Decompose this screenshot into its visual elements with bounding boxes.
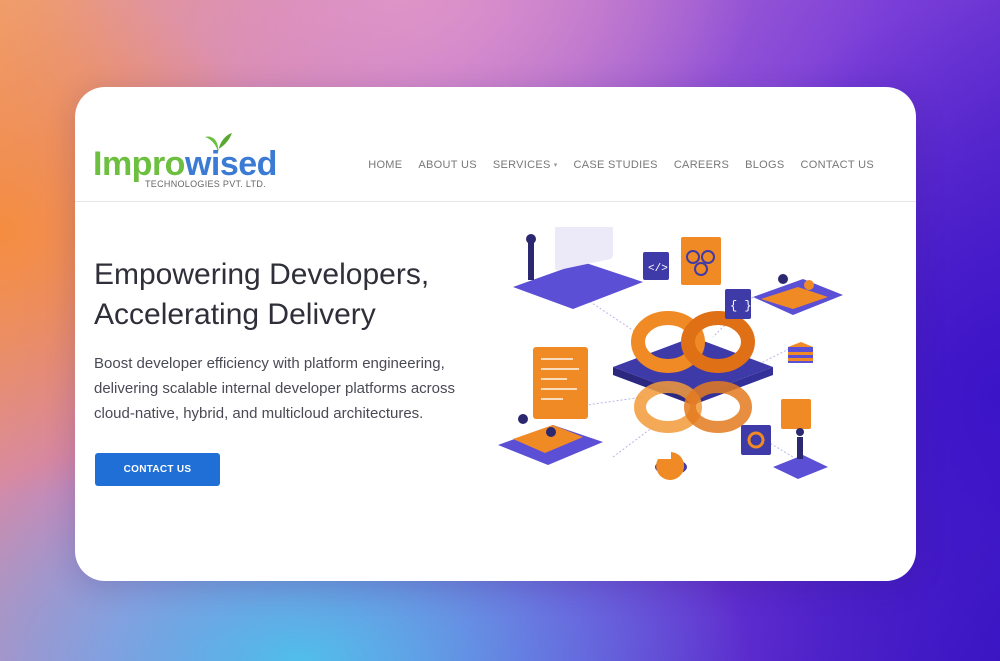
nav-about-us[interactable]: ABOUT US (418, 159, 476, 171)
nav-careers[interactable]: CAREERS (674, 159, 729, 171)
nav-home[interactable]: HOME (368, 159, 402, 171)
site-header: Improwised TECHNOLOGIES PVT. LTD. HOME A… (75, 87, 916, 202)
monitor-workstation (513, 227, 643, 309)
code-badge-1: </> (648, 263, 668, 275)
hero-desc-line3: cloud-native, hybrid, and multicloud arc… (94, 405, 424, 422)
logo-word-part2: wised (184, 145, 277, 183)
nav-contact-us-label: CONTACT US (800, 159, 874, 171)
nav-contact-us[interactable]: CONTACT US (801, 159, 875, 171)
nav-about-us-label: ABOUT US (418, 159, 477, 171)
nav-blogs-label: BLOGS (745, 159, 785, 171)
contact-us-button[interactable]: CONTACT US (95, 453, 220, 486)
hero-description: Boost developer efficiency with platform… (94, 351, 474, 426)
hero-desc-line2: delivering scalable internal developer p… (94, 380, 456, 397)
code-screen (533, 347, 588, 419)
pie-chart-icon (655, 452, 687, 480)
hero-title: Empowering Developers, Accelerating Deli… (94, 255, 474, 335)
hero-card: Improwised TECHNOLOGIES PVT. LTD. HOME A… (75, 87, 916, 581)
code-badge-group: </> { } (643, 237, 752, 319)
hero-title-line1: Empowering Developers, (94, 258, 430, 291)
team-desk (753, 274, 843, 315)
hero-title-line2: Accelerating Delivery (94, 298, 376, 331)
main-nav: HOME ABOUT US SERVICES ▾ CASE STUDIES CAR… (368, 159, 874, 171)
logo-wordmark: Improwised (93, 147, 277, 181)
nav-services-label: SERVICES (492, 159, 551, 171)
nav-services[interactable]: SERVICES ▾ (493, 159, 558, 171)
server-stack-icon (788, 342, 813, 363)
nav-blogs[interactable]: BLOGS (745, 159, 784, 171)
nav-home-label: HOME (368, 159, 403, 171)
devops-illustration: </> { } (498, 227, 843, 480)
nav-case-studies[interactable]: CASE STUDIES (574, 159, 658, 171)
developer-desk (498, 414, 603, 465)
logo-tagline: TECHNOLOGIES PVT. LTD. (145, 179, 266, 189)
nav-case-studies-label: CASE STUDIES (573, 159, 658, 171)
company-logo[interactable]: Improwised TECHNOLOGIES PVT. LTD. (93, 131, 277, 191)
analytics-panel (741, 399, 828, 479)
logo-word-part1: Impro (93, 145, 185, 183)
code-badge-2: { } (730, 299, 752, 313)
nav-careers-label: CAREERS (673, 159, 730, 171)
chevron-down-icon: ▾ (553, 162, 558, 169)
hero-desc-line1: Boost developer efficiency with platform… (94, 355, 445, 372)
